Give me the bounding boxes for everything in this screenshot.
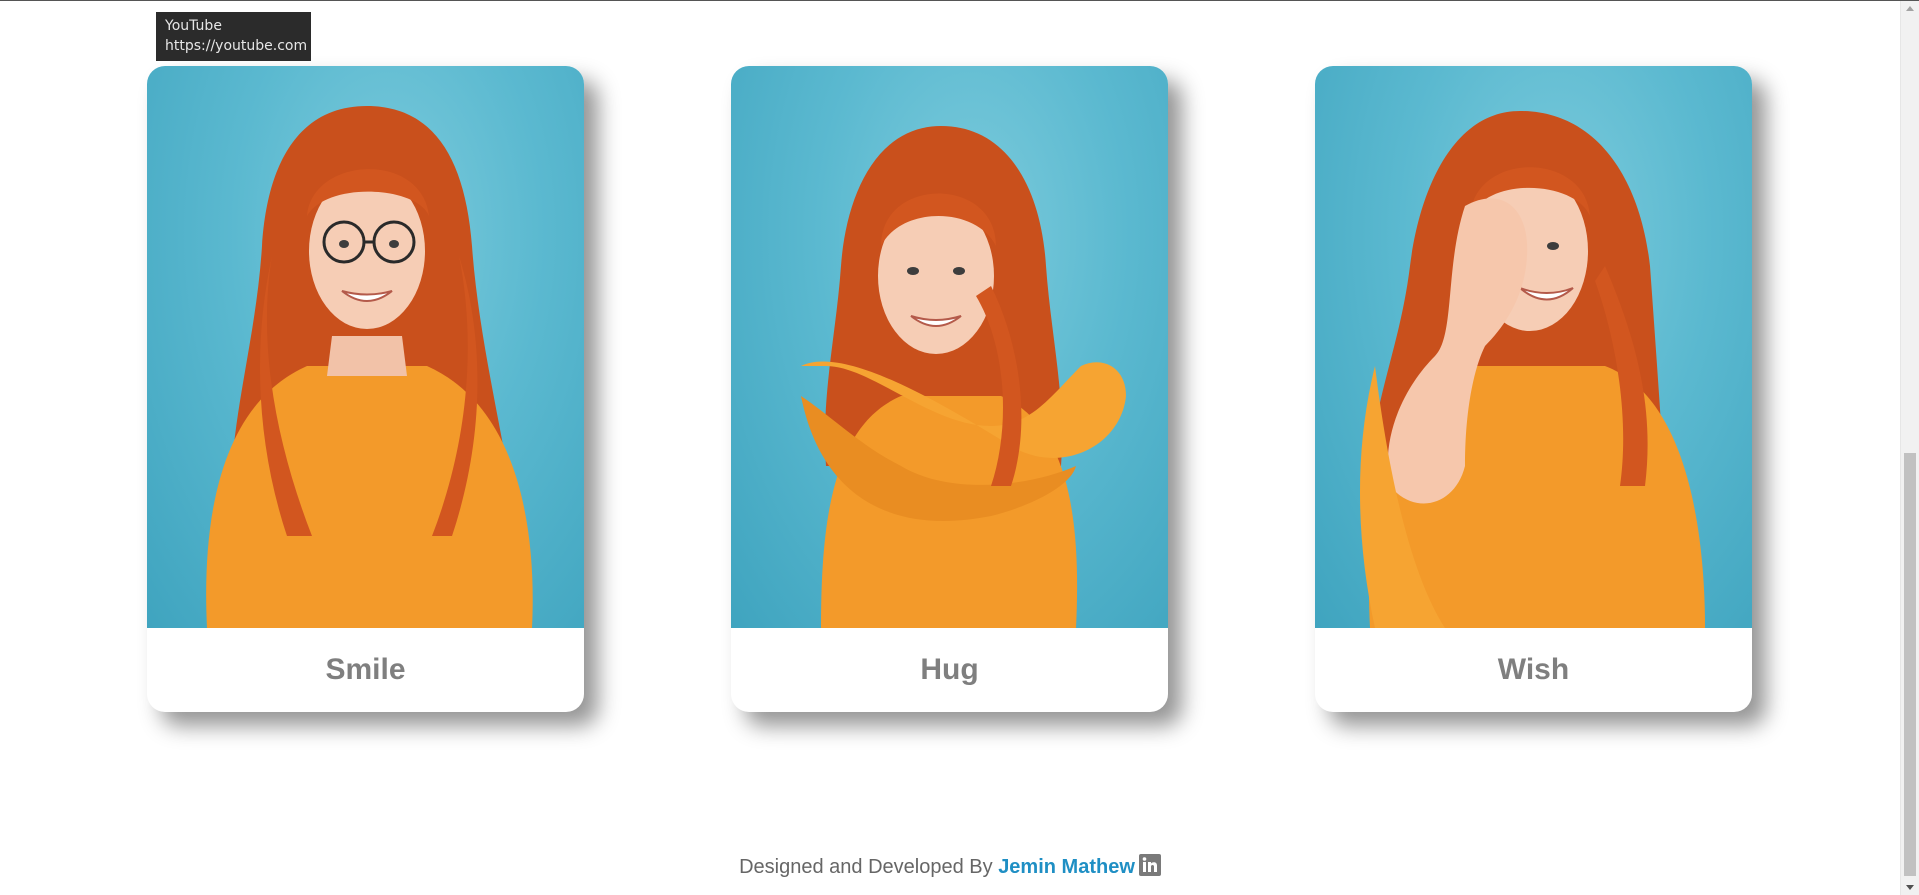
link-tooltip: YouTube https://youtube.com (156, 12, 311, 61)
card-hug[interactable]: Hug (731, 66, 1168, 712)
smiling-woman-glasses-photo (206, 106, 533, 628)
card-photo-wish[interactable] (1315, 66, 1752, 628)
tooltip-url: https://youtube.com (165, 38, 308, 54)
scroll-down-icon[interactable] (1906, 885, 1914, 890)
linkedin-icon[interactable] (1138, 854, 1161, 876)
vertical-scrollbar[interactable] (1900, 1, 1919, 895)
card-label[interactable]: Smile (147, 628, 584, 712)
footer-prefix: Designed and Developed By (739, 856, 993, 878)
card-label[interactable]: Wish (1315, 628, 1752, 712)
hugging-woman-photo (801, 126, 1126, 628)
card-photo-smile[interactable] (147, 66, 584, 628)
laughing-woman-photo (1360, 111, 1705, 628)
page: YouTube https://youtube.com Smile Hug Wi… (0, 0, 1919, 895)
author-link[interactable]: Jemin Mathew (998, 856, 1135, 878)
scroll-up-icon[interactable] (1906, 6, 1914, 11)
card-smile[interactable]: Smile (147, 66, 584, 712)
scrollbar-thumb[interactable] (1904, 453, 1916, 876)
card-label[interactable]: Hug (731, 628, 1168, 712)
card-wish[interactable]: Wish (1315, 66, 1752, 712)
card-photo-hug[interactable] (731, 66, 1168, 628)
tooltip-title: YouTube (165, 18, 222, 34)
footer: Designed and Developed By Jemin Mathew (0, 854, 1900, 879)
